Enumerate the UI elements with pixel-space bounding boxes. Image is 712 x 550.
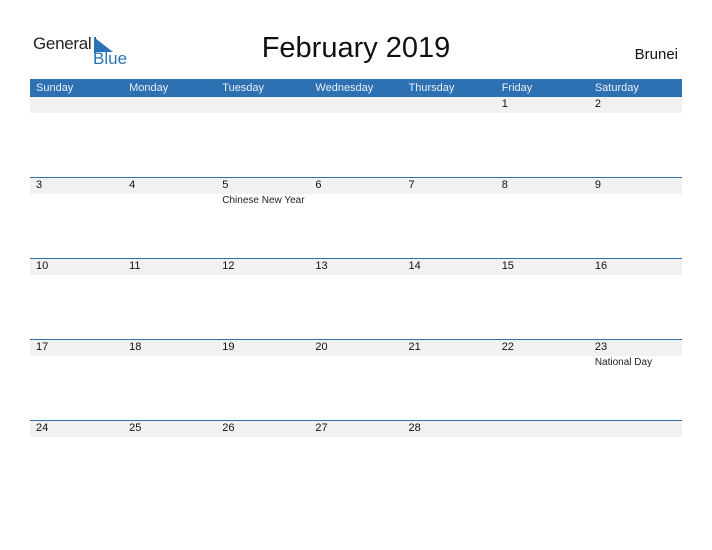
day-cell: 22 <box>496 340 589 420</box>
holiday-label: National Day <box>594 357 653 368</box>
day-cell: 6 <box>309 178 402 258</box>
day-cell <box>403 97 496 177</box>
day-cell: 23 National Day <box>589 340 682 420</box>
day-number: 20 <box>315 341 328 353</box>
day-number: 6 <box>315 179 322 191</box>
day-number: 14 <box>408 260 421 272</box>
weekday-sunday: Sunday <box>36 82 74 94</box>
day-cell: 21 <box>403 340 496 420</box>
day-number: 10 <box>36 260 49 272</box>
weekday-monday: Monday <box>129 82 169 94</box>
day-cell: 10 <box>30 259 123 339</box>
day-number: 1 <box>501 98 508 110</box>
day-number: 19 <box>222 341 235 353</box>
day-cell: 12 <box>216 259 309 339</box>
week-row: 3 4 5 Chinese New Year 6 7 8 9 <box>30 177 682 259</box>
day-cell: 1 <box>496 97 589 177</box>
weekday-tuesday: Tuesday <box>222 82 265 94</box>
day-cell: 4 <box>123 178 216 258</box>
day-cell <box>496 421 589 501</box>
weekday-saturday: Saturday <box>594 82 639 94</box>
day-number: 15 <box>501 260 514 272</box>
week-row: 12 <box>30 97 682 178</box>
day-number: 21 <box>408 341 421 353</box>
day-number: 25 <box>129 422 142 434</box>
day-cell: 26 <box>216 421 309 501</box>
week-row: 17 18 19 20 21 22 23 National Day <box>30 339 682 421</box>
day-cell <box>309 97 402 177</box>
day-cell: 13 <box>309 259 402 339</box>
week-row: 10 11 12 13 14 15 16 <box>30 258 682 340</box>
day-cell <box>30 97 123 177</box>
day-number: 24 <box>36 422 49 434</box>
day-cell: 28 <box>403 421 496 501</box>
day-cell <box>123 97 216 177</box>
day-number: 12 <box>222 260 235 272</box>
day-cell: 15 <box>496 259 589 339</box>
day-cell: 2 <box>589 97 682 177</box>
day-cell: 11 <box>123 259 216 339</box>
day-number: 16 <box>594 260 608 272</box>
holiday-label: Chinese New Year <box>222 195 305 206</box>
day-cell: 9 <box>589 178 682 258</box>
day-number: 27 <box>315 422 328 434</box>
day-number: 18 <box>129 341 142 353</box>
country-label: Brunei <box>634 46 678 63</box>
day-number: 13 <box>315 260 328 272</box>
weekday-wednesday: Wednesday <box>315 82 374 94</box>
day-number: 17 <box>36 341 49 353</box>
day-number: 5 <box>222 179 229 191</box>
day-number: 22 <box>501 341 514 353</box>
day-cell: 7 <box>403 178 496 258</box>
day-number: 2 <box>594 98 601 110</box>
day-number: 23 <box>594 341 608 353</box>
day-cell <box>589 421 682 501</box>
calendar-title: February 2019 <box>261 32 451 64</box>
day-cell: 3 <box>30 178 123 258</box>
day-cell: 20 <box>309 340 402 420</box>
day-number: 3 <box>36 179 43 191</box>
day-cell: 16 <box>589 259 682 339</box>
day-cell <box>216 97 309 177</box>
day-number: 8 <box>501 179 508 191</box>
day-cell: 18 <box>123 340 216 420</box>
day-number: 28 <box>408 422 421 434</box>
week-row: 24 25 26 27 28 <box>30 420 682 502</box>
day-number: 4 <box>129 179 136 191</box>
weekday-header: Sunday Monday Tuesday Wednesday Thursday Frid… <box>30 79 682 97</box>
day-cell: 24 <box>30 421 123 501</box>
weekday-friday: Friday <box>501 82 533 94</box>
day-cell: 14 <box>403 259 496 339</box>
day-number: 26 <box>222 422 235 434</box>
day-number: 9 <box>594 179 601 191</box>
day-cell: 19 <box>216 340 309 420</box>
day-number: 11 <box>129 260 141 272</box>
weekday-thursday: Thursday <box>408 82 455 94</box>
day-cell: 25 <box>123 421 216 501</box>
day-cell: 5 Chinese New Year <box>216 178 309 258</box>
day-cell: 8 <box>496 178 589 258</box>
day-number: 7 <box>408 179 415 191</box>
day-cell: 17 <box>30 340 123 420</box>
day-cell: 27 <box>309 421 402 501</box>
